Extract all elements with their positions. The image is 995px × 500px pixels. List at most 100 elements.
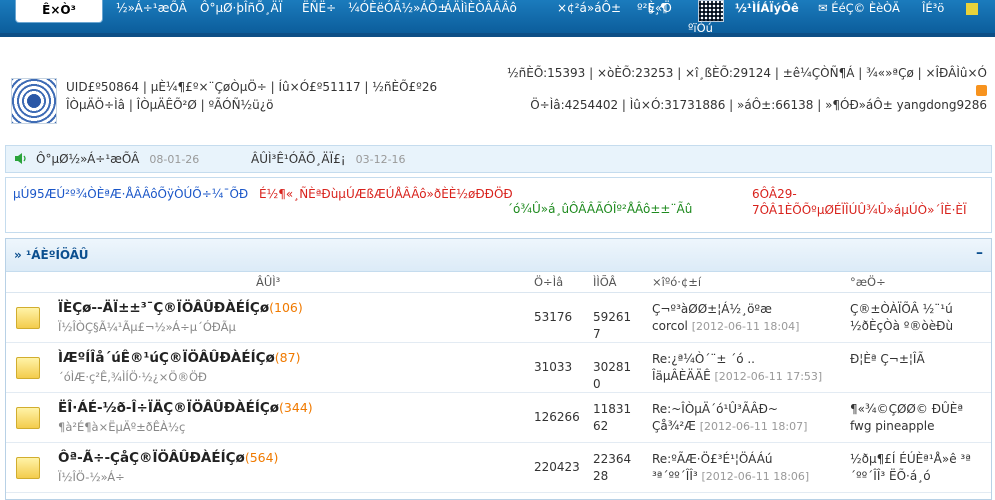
last-post-user[interactable]: ÎäµÂÈÄÄÊ <box>652 369 711 383</box>
table-header: ÂÛÌ³ Ö÷Ìâ ÌÌÕÂ ×îºó·¢±í °æÖ÷ <box>6 272 991 293</box>
col-header-forum: ÂÛÌ³ <box>256 275 281 289</box>
last-post-meta: ÎäµÂÈÄÄÊ [2012-06-11 17:53] <box>652 368 822 385</box>
rss-icon[interactable] <box>976 85 987 96</box>
posts-count: 302810 <box>593 360 632 391</box>
posts-count: 2236428 <box>593 452 632 483</box>
last-post-title[interactable]: Re:¿ª¼Ò´¨± ´ó .. <box>652 352 755 366</box>
user-quick-links[interactable]: ÎÒµÄÖ÷Ìâ | ÎÒµÄÊÕ²Ø | ºÃÓÑ½ü¿ö <box>66 98 274 112</box>
table-row: ÏÈÇø--ÄÏ±±³¯Ç®ÏÖÂÛÐÀÉÍÇø(106) Ï½ÎÒÇ§Ã¼¹Ã… <box>6 293 991 343</box>
forum-name-link[interactable]: Ôª-Ã÷-ÇåÇ®ÏÖÂÛÐÀÉÍÇø(564) <box>58 450 278 466</box>
forum-name-link[interactable]: ËÎ·ÁÉ-½ð-Î÷ÏÄÇ®ÏÖÂÛÐÀÉÍÇø(344) <box>58 400 313 416</box>
last-post-user[interactable]: ³ª´ºº´ÎÎ³ <box>652 469 698 483</box>
qr-code-icon <box>698 0 724 22</box>
user-avatar[interactable] <box>11 78 57 124</box>
folder-icon <box>16 357 40 379</box>
announcement-date-1: 08-01-26 <box>149 153 200 166</box>
posts-count: 1183162 <box>593 402 632 433</box>
nav-item-3[interactable]: ¼ÓÈëÓÃ½»ÁÕ± <box>348 0 448 16</box>
category-title-text[interactable]: ¹ÁÈºÍÖÂÛ <box>26 248 89 262</box>
forum-description: Ï½ÎÖ-½»Á÷ <box>58 470 125 484</box>
topics-count: 53176 <box>534 310 573 324</box>
forum-name[interactable]: Ôª-Ã÷-ÇåÇ®ÏÖÂÛÐÀÉÍÇø <box>58 450 245 466</box>
nav-item-0[interactable]: ½»Á÷¹æÕÂ <box>116 0 187 16</box>
forum-list: ÏÈÇø--ÄÏ±±³¯Ç®ÏÖÂÛÐÀÉÍÇø(106) Ï½ÎÒÇ§Ã¼¹Ã… <box>6 293 991 493</box>
topics-count: 31033 <box>534 360 573 374</box>
moderators[interactable]: Ç®±ÒÀÏÕÂ ½¨¹ú ½ðÈçÒà º®òèÐù <box>850 301 985 335</box>
home-icon[interactable] <box>966 2 978 18</box>
folder-icon <box>16 457 40 479</box>
nav-item-second-row[interactable]: ºïÒú <box>688 20 713 36</box>
messages-label: ÉéÇ© ÈèÒÄ <box>831 1 900 15</box>
forum-new-count: (564) <box>244 450 279 465</box>
forum-category-panel: » ¹ÁÈºÍÖÂÛ – ÂÛÌ³ Ö÷Ìâ ÌÌÕÂ ×îºó·¢±í °æÖ… <box>5 238 992 500</box>
last-post-meta: ³ª´ºº´ÎÎ³ [2012-06-11 18:06] <box>652 468 809 485</box>
last-post[interactable]: Re:¿ª¼Ò´¨± ´ó .. <box>652 351 755 368</box>
promo-link-2[interactable]: ´ó¾Û»á¸ûÔÂÂÃÓÎº²ÅÂô±±¨Ãû <box>507 201 727 217</box>
col-header-moderators: °æÖ÷ <box>850 275 886 289</box>
speaker-icon <box>15 153 26 164</box>
forum-new-count: (106) <box>269 300 303 315</box>
last-post-user[interactable]: Çå¾²Æ <box>652 419 696 433</box>
col-header-posts: ÌÌÕÂ <box>593 275 617 289</box>
table-row: ÌÆºÍÎå´úÊ®¹úÇ®ÏÖÂÛÐÀÉÍÇø(87) ´óÌÆ·ç²Ê,¾Ì… <box>6 343 991 393</box>
forum-name[interactable]: ÏÈÇø--ÄÏ±±³¯Ç®ÏÖÂÛÐÀÉÍÇø <box>58 300 269 316</box>
promo-link-1[interactable]: É½¶«¸ÑÈªÐùµÚÆßÆÚÅÂÂô»ðÈÈ½øÐÐÖÐ <box>259 186 513 202</box>
nav-item-2[interactable]: ËÑË÷ <box>302 0 336 16</box>
double-chevron-icon: » <box>14 248 22 262</box>
settings-link[interactable]: ÎÉ³ö <box>922 0 944 16</box>
username-link[interactable]: ½¹ÌÍÁÏýÔê <box>735 0 799 16</box>
col-header-last-post: ×îºó·¢±í <box>652 275 702 289</box>
moderators[interactable]: ½ðµ¶£Í ÉÚÈª¹Å»ê ³ª´ºº´ÎÎ³ ËÕ·á¸ó <box>850 451 985 485</box>
forum-new-count: (344) <box>279 400 313 415</box>
promo-link-3[interactable]: 6ÔÂ29-7ÔÂ1ÈÕÕºµØÉÏÎÚÛ¾Û»áµÚÒ»´ÎÈ·ÈÏ <box>752 186 982 218</box>
forum-stats-line2: Ö÷Ìâ:4254402 | Ìû×Ó:31731886 | »áÔ±:6613… <box>530 98 987 112</box>
folder-icon <box>16 407 40 429</box>
collapse-button[interactable]: – <box>976 245 983 261</box>
forum-description: Ï½ÎÒÇ§Ã¼¹Ãµ£¬½»Á÷µ´ÓÐÃµ <box>58 320 236 334</box>
last-post-title[interactable]: Re:~ÎÒµÄ´ó¹Û³ÃÂÐ~ <box>652 402 778 416</box>
forum-name[interactable]: ËÎ·ÁÉ-½ð-Î÷ÏÄÇ®ÏÖÂÛÐÀÉÍÇø <box>58 400 279 416</box>
stats-text-1: ½ñÈÕ:15393 | ×òÈÕ:23253 | ×î¸ßÈÕ:29124 |… <box>507 66 987 80</box>
forum-name-link[interactable]: ÏÈÇø--ÄÏ±±³¯Ç®ÏÖÂÛÐÀÉÍÇø(106) <box>58 300 303 316</box>
nav-item-1[interactable]: Ô°µØ·þÎñÕ¸ÄÏ <box>200 0 282 16</box>
forum-name[interactable]: ÌÆºÍÎå´úÊ®¹úÇ®ÏÖÂÛÐÀÉÍÇø <box>58 350 275 366</box>
last-post-time: [2012-06-11 18:07] <box>699 420 808 433</box>
category-title[interactable]: » ¹ÁÈºÍÖÂÛ <box>14 248 88 262</box>
category-header: » ¹ÁÈºÍÖÂÛ – <box>6 239 991 272</box>
home-logo-button[interactable]: Ê×Ò³ <box>15 0 103 23</box>
envelope-icon: ✉ <box>818 1 828 15</box>
last-post[interactable]: Ç¬º³àØØ±¦Á½¸öºæ <box>652 301 772 318</box>
announcement-bar: Ô°µØ½»Á÷¹æÕÂ 08-01-26 ÂÛÌ³Ê¹ÓÃÕ¸ÄÏ£¡ 03-12… <box>5 145 992 173</box>
forum-new-count: (87) <box>274 350 301 365</box>
topics-count: 220423 <box>534 460 580 474</box>
col-header-topics: Ö÷Ìâ <box>534 275 564 289</box>
announcement-item-2[interactable]: ÂÛÌ³Ê¹ÓÃÕ¸ÄÏ£¡ 03-12-16 <box>251 152 406 166</box>
nav-item-4[interactable]: ÁÄÌìÈÒÂÂÂô <box>444 0 517 16</box>
nav-item-7[interactable]: §¸¶ <box>648 0 668 16</box>
nav-item-5[interactable]: ×¢²á»áÔ± <box>557 0 621 16</box>
last-post[interactable]: Re:ºÃÆ·Ö£³É¹¦ÖÁÁú <box>652 451 773 468</box>
topbar-divider <box>0 33 995 37</box>
moderators[interactable]: Ð¦Èª Ç¬±¦ÎÃ <box>850 351 985 368</box>
forum-name-link[interactable]: ÌÆºÍÎå´úÊ®¹úÇ®ÏÖÂÛÐÀÉÍÇø(87) <box>58 350 300 366</box>
last-post-title[interactable]: Ç¬º³àØØ±¦Á½¸öºæ <box>652 302 772 316</box>
announcement-date-2: 03-12-16 <box>355 153 406 166</box>
promo-links-row: µÚ95ÆÚ²º¾ÒÈªÆ·ÅÂÂôÕÿÒÚÕ÷¼¯ÕÐ É½¶«¸ÑÈªÐùµÚ… <box>5 177 992 233</box>
topics-count: 126266 <box>534 410 580 424</box>
announcement-item-1[interactable]: Ô°µØ½»Á÷¹æÕÂ 08-01-26 <box>36 152 199 166</box>
last-post-title[interactable]: Re:ºÃÆ·Ö£³É¹¦ÖÁÁú <box>652 452 773 466</box>
announcement-title-1[interactable]: Ô°µØ½»Á÷¹æÕÂ <box>36 152 139 166</box>
last-post-time: [2012-06-11 18:04] <box>691 320 800 333</box>
last-post-user[interactable]: corcol <box>652 319 688 333</box>
promo-link-0[interactable]: µÚ95ÆÚ²º¾ÒÈªÆ·ÅÂÂôÕÿÒÚÕ÷¼¯ÕÐ <box>13 186 253 202</box>
forum-description: ¶à²É¶à×ËµÄº±ðÊÀ½ç <box>58 420 186 434</box>
last-post[interactable]: Re:~ÎÒµÄ´ó¹Û³ÃÂÐ~ <box>652 401 778 418</box>
moderators[interactable]: ¶«¾©ÇØØ© ÐÛÈª fwg pineapple <box>850 401 985 435</box>
messages-link[interactable]: ✉ ÉéÇ© ÈèÒÄ <box>818 0 900 16</box>
last-post-time: [2012-06-11 17:53] <box>714 370 823 383</box>
top-navigation-bar: Ê×Ò³ ½»Á÷¹æÕÂ Ô°µØ·þÎñÕ¸ÄÏ ËÑË÷ ¼ÓÈëÓÃ½»ÁÕ±… <box>0 0 995 37</box>
posts-count: 592617 <box>593 310 632 341</box>
user-info-line1: UID£º50864 | µÈ¼¶£º×¨ÇøÒµÖ÷ | Íû×Ó£º5111… <box>66 80 438 94</box>
last-post-meta: corcol [2012-06-11 18:04] <box>652 318 799 335</box>
announcement-title-2[interactable]: ÂÛÌ³Ê¹ÓÃÕ¸ÄÏ£¡ <box>251 152 346 166</box>
